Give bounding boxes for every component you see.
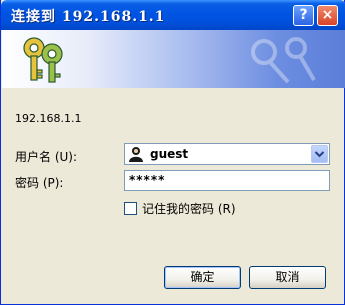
connect-dialog: 连接到 192.168.1.1 ? × 192.168.1.1 用户名 (U):… bbox=[0, 0, 345, 305]
dropdown-button[interactable] bbox=[311, 145, 328, 163]
title-bar[interactable]: 连接到 192.168.1.1 ? × bbox=[1, 0, 345, 30]
keys-icon bbox=[16, 34, 72, 88]
ok-button[interactable]: 确定 bbox=[164, 266, 241, 289]
user-icon bbox=[128, 146, 146, 166]
username-label: 用户名 (U): bbox=[15, 150, 78, 164]
banner bbox=[2, 30, 345, 88]
host-label: 192.168.1.1 bbox=[15, 112, 82, 125]
password-label: 密码 (P): bbox=[15, 176, 64, 190]
remember-password-checkbox[interactable] bbox=[124, 202, 137, 215]
keys-watermark-icon bbox=[234, 34, 334, 88]
password-field[interactable]: ***** bbox=[124, 170, 330, 191]
password-value: ***** bbox=[129, 173, 166, 187]
username-combobox[interactable]: guest bbox=[124, 143, 330, 165]
help-button[interactable]: ? bbox=[293, 5, 314, 26]
remember-password-label[interactable]: 记住我的密码 (R) bbox=[142, 200, 236, 217]
chevron-down-icon bbox=[314, 151, 325, 158]
window-title: 连接到 192.168.1.1 bbox=[11, 9, 166, 25]
username-value: guest bbox=[150, 147, 189, 161]
cancel-button[interactable]: 取消 bbox=[249, 266, 326, 289]
close-button[interactable]: × bbox=[317, 5, 338, 26]
